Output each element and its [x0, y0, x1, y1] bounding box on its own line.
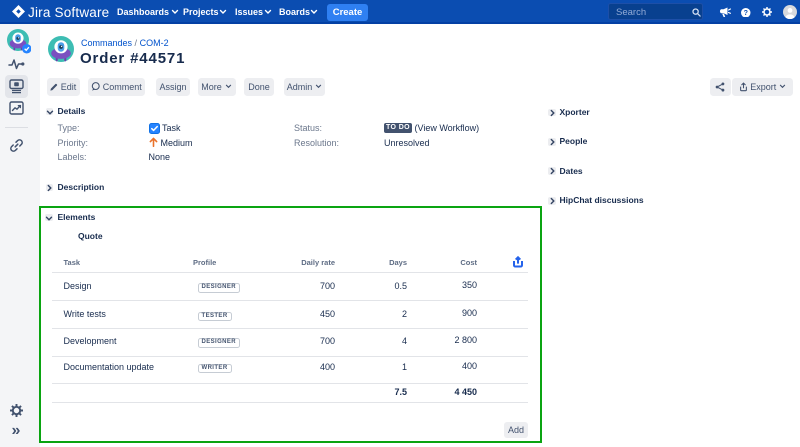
svg-text:?: ?	[744, 9, 748, 17]
